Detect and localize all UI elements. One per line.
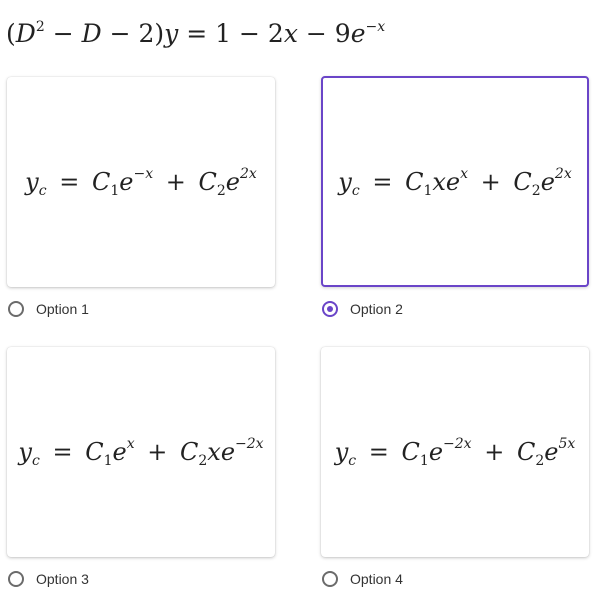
formula: yc = C1e−x + C2e2x <box>25 166 257 199</box>
option-label: Option 1 <box>36 301 89 317</box>
option-3-radio-row[interactable]: Option 3 <box>8 568 89 590</box>
option-label: Option 2 <box>350 301 403 317</box>
radio-button[interactable] <box>322 571 338 587</box>
option-card-2[interactable]: yc = C1xex + C2e2x <box>321 76 589 287</box>
option-1-radio-row[interactable]: Option 1 <box>8 298 89 320</box>
option-card-4[interactable]: yc = C1e−2x + C2e5x <box>321 347 589 557</box>
option-label: Option 4 <box>350 571 403 587</box>
formula: yc = C1e−2x + C2e5x <box>334 436 576 469</box>
option-4-radio-row[interactable]: Option 4 <box>322 568 403 590</box>
formula: yc = C1ex + C2xe−2x <box>18 436 264 469</box>
option-card-1[interactable]: yc = C1e−x + C2e2x <box>7 77 275 287</box>
option-2-radio-row[interactable]: Option 2 <box>322 298 403 320</box>
radio-button[interactable] <box>8 571 24 587</box>
question-equation: (D2 − D − 2)y = 1 − 2x − 9e−x <box>6 19 386 48</box>
option-card-3[interactable]: yc = C1ex + C2xe−2x <box>7 347 275 557</box>
option-label: Option 3 <box>36 571 89 587</box>
radio-button-checked[interactable] <box>322 301 338 317</box>
formula: yc = C1xex + C2e2x <box>338 165 572 199</box>
radio-button[interactable] <box>8 301 24 317</box>
